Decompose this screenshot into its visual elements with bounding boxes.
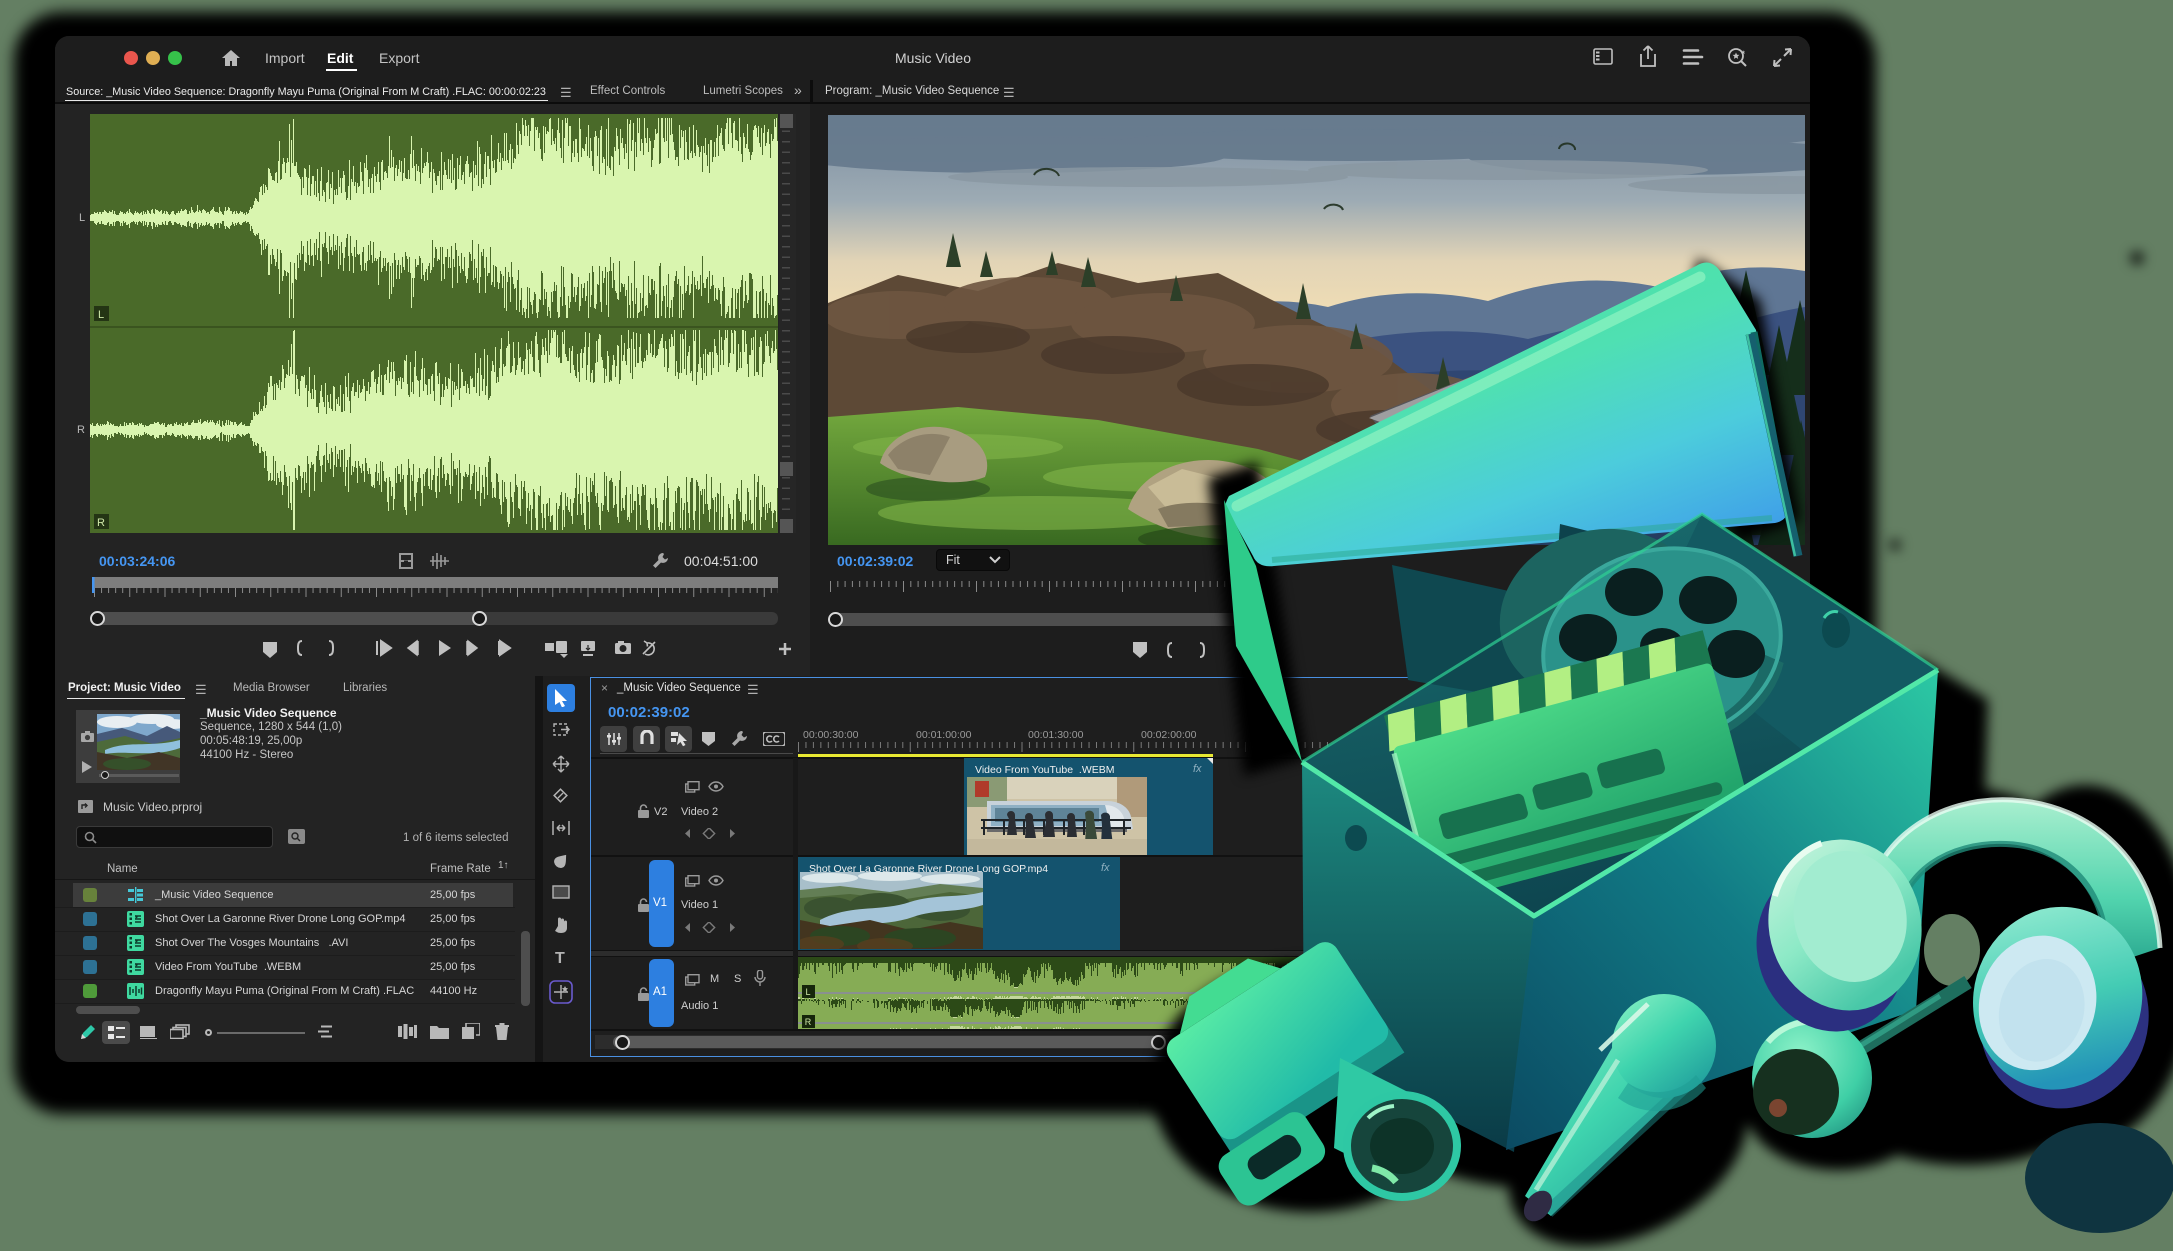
svg-text:L: L	[805, 987, 810, 997]
svg-text:R: R	[805, 1017, 812, 1027]
svg-text:T: T	[555, 950, 565, 967]
